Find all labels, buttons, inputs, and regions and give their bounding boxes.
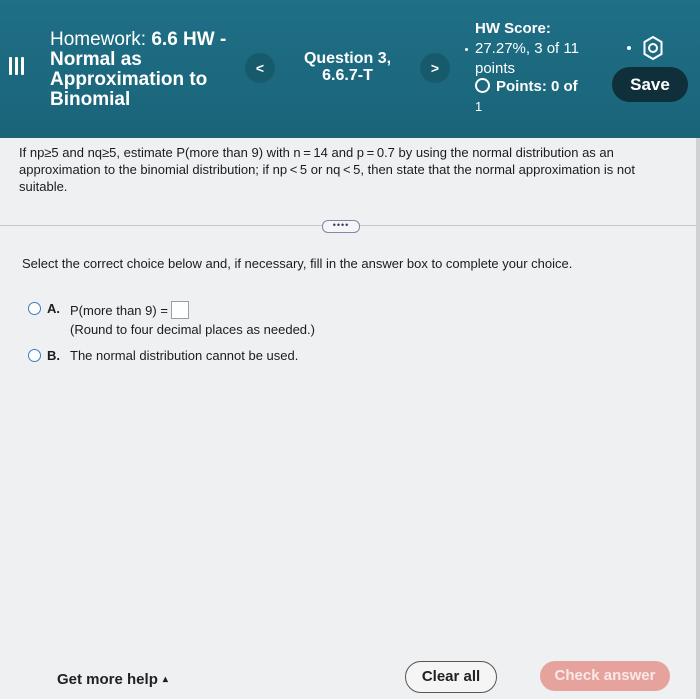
help-label: Get more help [57,671,158,688]
choice-a-radio[interactable] [28,302,41,315]
clear-all-button[interactable]: Clear all [405,661,497,693]
rounding-note: (Round to four decimal places as needed.… [70,322,315,337]
next-question-button[interactable]: > [420,53,450,83]
choice-b-text: The normal distribution cannot be used. [70,348,299,363]
screen: Homework: 6.6 HW - Normal as Approximati… [0,0,700,699]
answer-input[interactable] [170,301,189,319]
status-dot [627,46,631,50]
score-bullet [465,48,468,51]
choice-b-radio[interactable] [28,349,41,362]
menu-icon[interactable] [9,57,25,75]
gear-icon[interactable] [640,35,666,61]
problem-statement: If np≥5 and nq≥5, estimate P(more than 9… [19,145,635,194]
check-answer-button[interactable]: Check answer [540,661,670,691]
points-label: Points: 0 of [496,78,578,95]
hw-score: HW Score: 27.27%, 3 of 11 points [475,19,610,79]
caret-up-icon: ▴ [162,674,168,685]
save-button[interactable]: Save [612,67,688,102]
question-label: Question 3, 6.6.7-T [303,50,392,84]
homework-prefix: Homework: [50,29,152,50]
choice-a-letter: A. [47,301,60,316]
choice-a-label: P(more than 9) = [70,303,168,318]
expand-more-button[interactable]: •••• [322,220,360,233]
hw-score-value: 27.27%, 3 of 11 points [475,40,579,77]
previous-question-button[interactable]: < [245,53,275,83]
points-row: Points: 0 of [475,77,615,97]
points-total: 1 [475,99,483,114]
homework-title: Homework: 6.6 HW - Normal as Approximati… [50,30,250,110]
instruction-text: Select the correct choice below and, if … [22,256,573,271]
header-bar: Homework: 6.6 HW - Normal as Approximati… [0,0,700,138]
get-more-help-button[interactable]: Get more help ▴ [57,671,168,688]
scrollbar-track[interactable] [696,138,700,699]
choice-b-letter: B. [47,348,60,363]
choice-a-text: P(more than 9) = [70,301,189,319]
hw-score-title: HW Score: [475,20,551,37]
points-circle-icon [475,78,490,93]
